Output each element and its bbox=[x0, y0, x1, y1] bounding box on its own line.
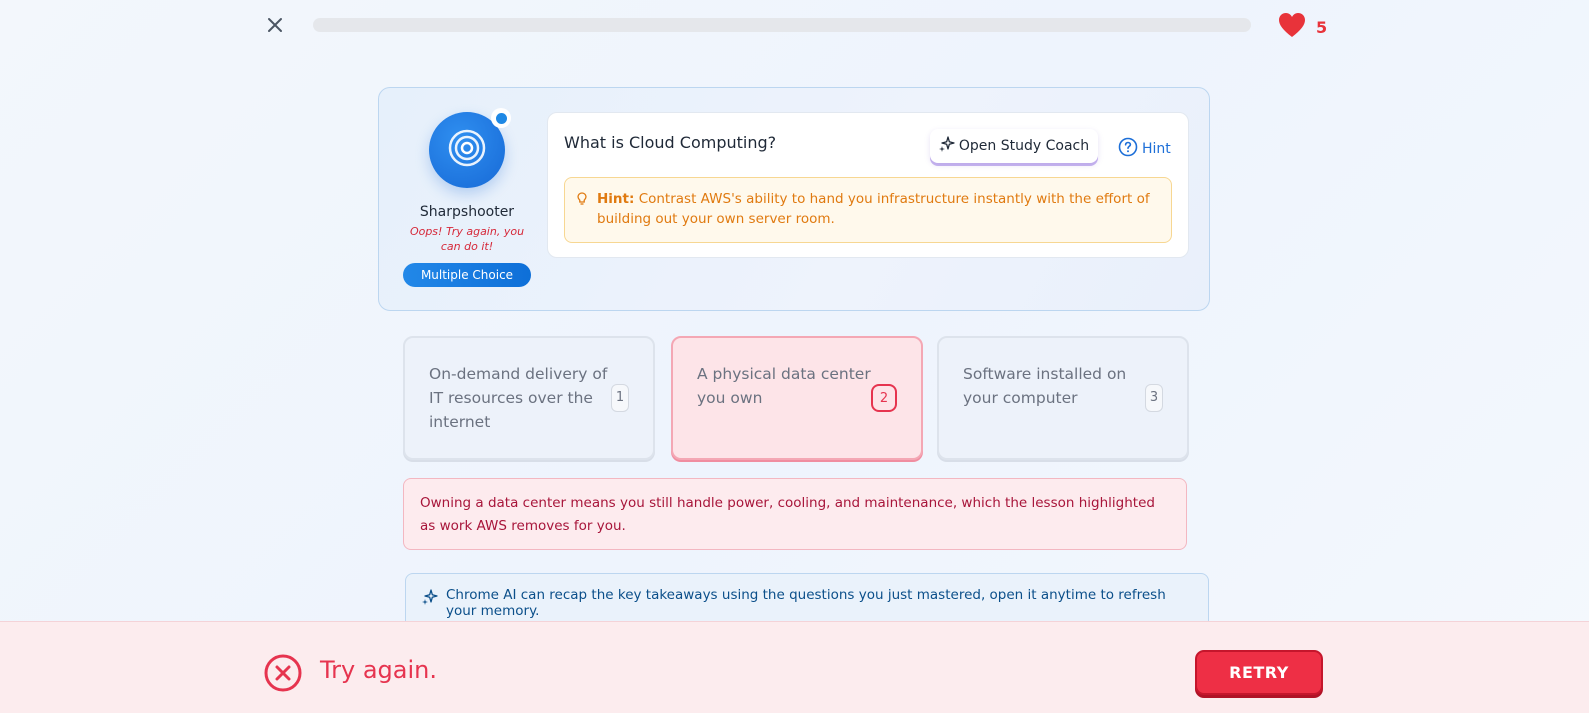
coach-button-label: Open Study Coach bbox=[958, 138, 1090, 154]
open-study-coach-button[interactable]: Open Study Coach bbox=[930, 129, 1098, 163]
mascot-message: Oops! Try again, you can do it! bbox=[409, 225, 525, 253]
status-dot bbox=[491, 108, 511, 128]
sparkles-icon bbox=[938, 136, 955, 156]
help-circle-icon bbox=[1118, 137, 1138, 161]
result-status-text: Try again. bbox=[320, 656, 437, 684]
answer-option-1[interactable]: On-demand delivery of IT resources over … bbox=[403, 336, 655, 460]
answer-option-2[interactable]: A physical data center you own 2 bbox=[671, 336, 923, 460]
question-type-badge: Multiple Choice bbox=[403, 263, 531, 287]
lightbulb-icon bbox=[577, 192, 587, 212]
result-bar: Try again. RETRY bbox=[0, 621, 1589, 713]
question-card: Sharpshooter Oops! Try again, you can do… bbox=[378, 87, 1210, 311]
option-text: On-demand delivery of IT resources over … bbox=[429, 365, 608, 431]
hint-link[interactable]: Hint bbox=[1118, 137, 1171, 161]
top-bar: 5 bbox=[260, 10, 1330, 40]
mascot-avatar bbox=[429, 108, 511, 188]
hint-label: Hint: bbox=[597, 191, 635, 207]
target-icon bbox=[447, 128, 487, 172]
question-box: What is Cloud Computing? Open Study Coac… bbox=[547, 112, 1189, 258]
option-number-badge: 2 bbox=[871, 384, 897, 412]
option-text: Software installed on your computer bbox=[963, 365, 1127, 407]
close-icon[interactable] bbox=[264, 14, 286, 36]
mascot-panel: Sharpshooter Oops! Try again, you can do… bbox=[403, 108, 531, 287]
lesson-progress-bar bbox=[313, 18, 1251, 32]
mascot-name: Sharpshooter bbox=[419, 204, 515, 220]
answer-option-3[interactable]: Software installed on your computer 3 bbox=[937, 336, 1189, 460]
sparkles-icon bbox=[422, 589, 438, 609]
option-number-badge: 3 bbox=[1145, 384, 1163, 412]
x-circle-icon bbox=[264, 654, 302, 696]
option-number-badge: 1 bbox=[611, 384, 629, 412]
hint-box: Hint: Contrast AWS's ability to hand you… bbox=[564, 177, 1172, 243]
hint-text: Contrast AWS's ability to hand you infra… bbox=[597, 191, 1150, 227]
ai-recap-text: Chrome AI can recap the key takeaways us… bbox=[446, 587, 1166, 619]
retry-button[interactable]: RETRY bbox=[1195, 650, 1323, 695]
feedback-message: Owning a data center means you still han… bbox=[403, 478, 1187, 550]
hearts-count: 5 bbox=[1316, 17, 1328, 37]
hearts-counter: 5 bbox=[1278, 12, 1327, 42]
option-text: A physical data center you own bbox=[697, 365, 871, 407]
heart-icon bbox=[1278, 12, 1306, 42]
question-text: What is Cloud Computing? bbox=[564, 133, 777, 152]
hint-link-label: Hint bbox=[1142, 141, 1171, 157]
